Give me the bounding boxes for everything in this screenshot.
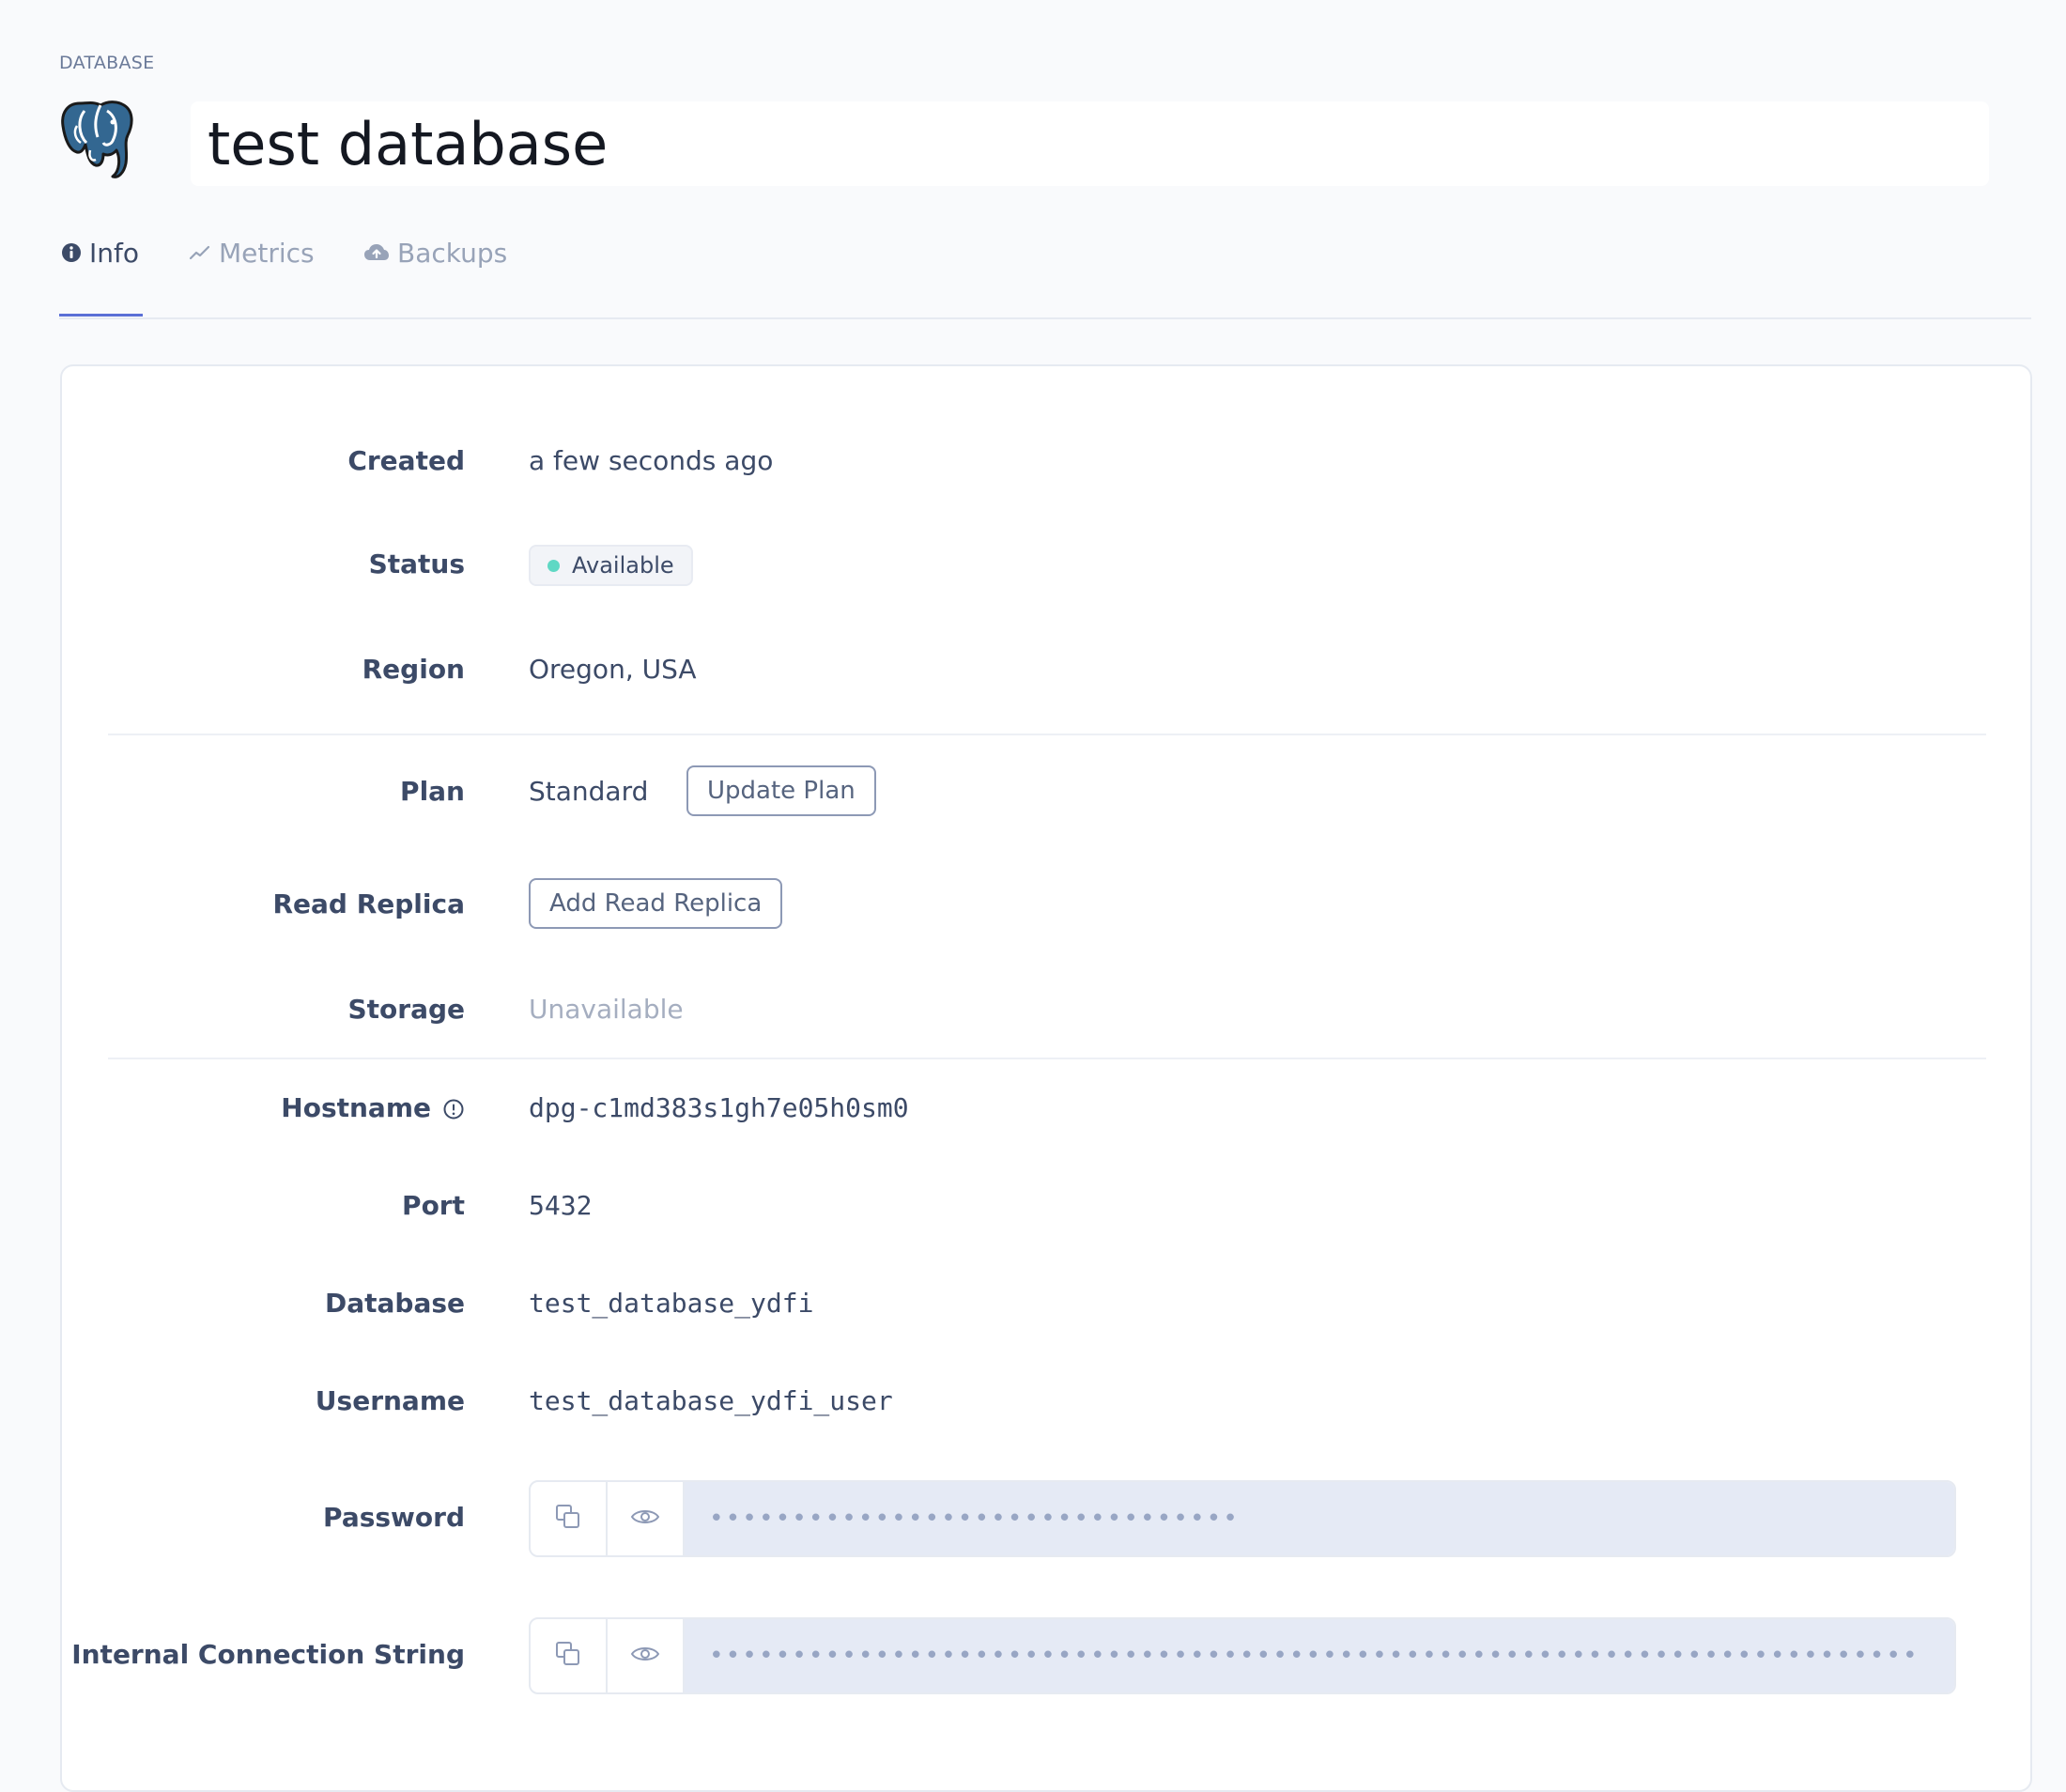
tab-metrics-label: Metrics [219,237,315,269]
username-value: test_database_ydfi_user [529,1385,893,1416]
database-label: Database [324,1288,465,1319]
username-label: Username [315,1385,465,1416]
section-divider [108,1058,1986,1059]
storage-value: Unavailable [529,994,684,1025]
connection-string-masked-value[interactable]: ••••••••••••••••••••••••••••••••••••••••… [685,1619,1954,1692]
storage-label: Storage [347,994,465,1025]
created-value: a few seconds ago [529,445,774,476]
tab-info[interactable]: Info [61,231,139,274]
created-label: Created [347,445,465,476]
status-badge: Available [529,545,693,586]
database-name-field[interactable]: test database [191,101,1989,186]
plan-value: Standard [529,776,649,807]
page-title: test database [208,109,609,178]
port-value: 5432 [529,1190,593,1221]
trend-line-icon [189,243,211,262]
region-value: Oregon, USA [529,654,697,685]
hostname-value: dpg-c1md383s1gh7e05h0sm0 [529,1092,909,1123]
tab-metrics[interactable]: Metrics [189,231,315,274]
postgresql-elephant-icon [58,98,139,182]
region-label: Region [362,654,465,685]
tab-info-label: Info [89,237,139,269]
info-circle-icon [61,242,82,263]
password-label: Password [323,1502,465,1533]
page-eyebrow: DATABASE [59,53,155,73]
internal-connection-string-label: Internal Connection String [71,1639,465,1670]
info-card: Created a few seconds ago Status Availab… [60,364,2032,1792]
reveal-connection-string-button[interactable] [608,1619,685,1692]
read-replica-label: Read Replica [272,888,465,919]
section-divider [108,734,1986,735]
copy-icon [554,1503,582,1535]
tab-bar: Info Metrics Backups [59,231,2031,319]
status-dot [547,559,560,572]
add-read-replica-button[interactable]: Add Read Replica [529,878,783,929]
eye-icon [630,1506,660,1531]
status-label: Status [368,548,465,579]
copy-password-button[interactable] [531,1482,608,1555]
tab-backups-label: Backups [397,237,508,269]
port-label: Port [402,1190,465,1221]
copy-connection-string-button[interactable] [531,1619,608,1692]
plan-label: Plan [400,776,465,807]
status-value: Available [572,552,674,579]
active-tab-indicator [59,314,143,317]
hostname-label-text: Hostname [281,1092,431,1123]
update-plan-button[interactable]: Update Plan [686,765,876,816]
hostname-label: Hostname [281,1092,465,1123]
eye-icon [630,1644,660,1668]
password-masked-value[interactable]: •••••••••••••••••••••••••••••••• [685,1482,1954,1555]
tab-backups[interactable]: Backups [363,231,507,274]
database-value: test_database_ydfi [529,1288,814,1319]
reveal-password-button[interactable] [608,1482,685,1555]
copy-icon [554,1640,582,1672]
password-field-group: •••••••••••••••••••••••••••••••• [529,1480,1956,1557]
internal-connection-string-field-group: ••••••••••••••••••••••••••••••••••••••••… [529,1617,1956,1694]
cloud-upload-icon [363,242,390,263]
info-outline-icon[interactable] [442,1098,465,1120]
